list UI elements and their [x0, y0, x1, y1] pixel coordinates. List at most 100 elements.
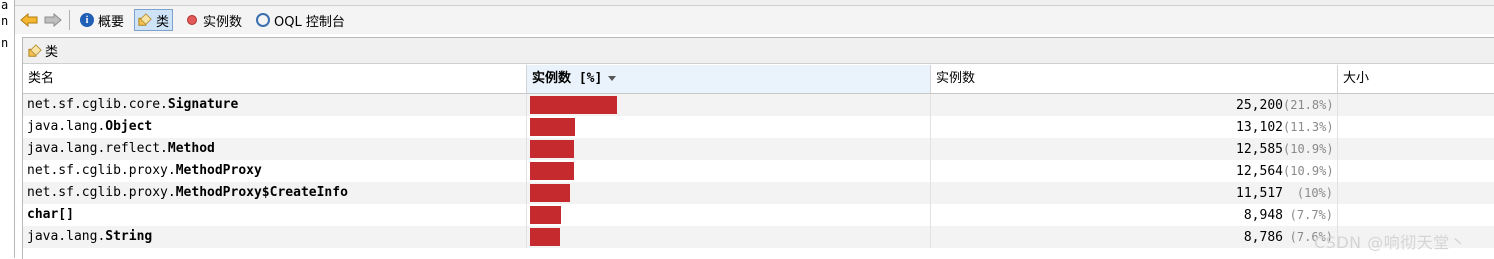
- package-name: java.lang.: [27, 119, 106, 134]
- instance-percent: (11.3%): [1283, 120, 1334, 134]
- classes-label: 类: [156, 14, 170, 30]
- table-row[interactable]: java.lang.String 8,786 (7.6%): [23, 226, 1494, 248]
- size-cell: [1338, 204, 1494, 226]
- package-name: net.sf.cglib.core.: [27, 97, 168, 112]
- instance-count-cell: 12,585(10.9%): [931, 138, 1338, 160]
- instance-count-cell: 12,564(10.9%): [931, 160, 1338, 182]
- table-header: 类名 实例数 [%] 实例数 大小: [23, 65, 1494, 94]
- instances-tab[interactable]: 实例数: [179, 9, 246, 31]
- instance-count-cell: 25,200(21.8%): [931, 94, 1338, 116]
- summary-tab[interactable]: i 概要: [76, 9, 128, 31]
- instance-count: 8,948: [1243, 208, 1283, 223]
- percent-bar: [530, 118, 575, 136]
- table-row[interactable]: java.lang.Object 13,102(11.3%): [23, 116, 1494, 138]
- class-simple-name: MethodProxy$CreateInfo: [175, 185, 348, 200]
- instance-count: 12,564: [1236, 164, 1283, 179]
- instance-count-cell: 8,948 (7.7%): [931, 204, 1338, 226]
- percent-bar: [530, 140, 574, 158]
- oql-icon: [256, 13, 271, 27]
- percent-bar: [530, 206, 561, 224]
- instance-percent: (10%): [1296, 186, 1333, 200]
- instance-percent-cell: [527, 94, 931, 116]
- instance-count: 12,585: [1236, 142, 1283, 157]
- column-header-label: 类名: [28, 71, 55, 86]
- classes-icon: [138, 13, 152, 27]
- panel-header: 类: [23, 38, 1494, 64]
- toolbar-separator: [69, 10, 70, 30]
- instance-count-cell: 13,102(11.3%): [931, 116, 1338, 138]
- oql-label: OQL 控制台: [274, 14, 345, 30]
- panel-title: 类: [45, 45, 59, 60]
- instance-percent-cell: [527, 226, 931, 248]
- percent-bar: [530, 228, 560, 246]
- table-row[interactable]: char[] 8,948 (7.7%): [23, 204, 1494, 226]
- left-edge-panel: a n n: [0, 0, 15, 258]
- instance-count: 11,517: [1236, 186, 1283, 201]
- instance-percent-cell: [527, 116, 931, 138]
- column-header-size[interactable]: 大小: [1338, 65, 1494, 93]
- sort-descending-icon: [608, 76, 617, 81]
- instance-percent-cell: [527, 182, 931, 204]
- instance-count: 8,786: [1243, 230, 1283, 245]
- column-header-instances[interactable]: 实例数: [931, 65, 1338, 93]
- arrow-left-icon: [20, 12, 38, 28]
- package-name: net.sf.cglib.proxy.: [27, 163, 176, 178]
- size-cell: [1338, 138, 1494, 160]
- instance-percent: (10.9%): [1283, 164, 1334, 178]
- column-header-label: 实例数 [%]: [532, 71, 603, 86]
- classes-icon: [28, 43, 42, 58]
- instance-count-cell: 8,786 (7.6%): [931, 226, 1338, 248]
- instance-percent-cell: [527, 204, 931, 226]
- percent-bar: [530, 96, 617, 114]
- instance-percent: (10.9%): [1283, 142, 1334, 156]
- summary-label: 概要: [98, 14, 125, 30]
- instance-percent-cell: [527, 138, 931, 160]
- percent-bar: [530, 184, 570, 202]
- class-simple-name: Method: [167, 141, 215, 156]
- classes-panel: 类 类名 实例数 [%] 实例数 大小 net.sf.cglib.core.Si…: [22, 37, 1494, 259]
- watermark: CSDN @响彻天堂丶: [1314, 233, 1467, 252]
- class-simple-name: Signature: [167, 97, 239, 112]
- class-simple-name: Object: [105, 119, 153, 134]
- column-header-label: 实例数: [936, 71, 976, 86]
- instance-percent: (21.8%): [1283, 98, 1334, 112]
- instance-count: 25,200: [1236, 98, 1283, 113]
- forward-button[interactable]: [43, 10, 63, 30]
- class-name-cell: char[]: [23, 204, 527, 226]
- class-name-cell: net.sf.cglib.core.Signature: [23, 94, 527, 116]
- size-cell: [1338, 160, 1494, 182]
- instances-label: 实例数: [203, 14, 243, 30]
- info-icon: i: [80, 13, 94, 27]
- left-edge-char: n: [1, 14, 9, 28]
- class-name-cell: net.sf.cglib.proxy.MethodProxy$CreateInf…: [23, 182, 527, 204]
- instance-dot-icon: [187, 15, 198, 25]
- column-header-instance-percent[interactable]: 实例数 [%]: [527, 65, 931, 93]
- column-header-class-name[interactable]: 类名: [23, 65, 527, 93]
- table-row[interactable]: net.sf.cglib.proxy.MethodProxy 12,564(10.…: [23, 160, 1494, 182]
- class-simple-name: String: [105, 229, 153, 244]
- size-cell: [1338, 116, 1494, 138]
- left-edge-char: a: [1, 0, 9, 12]
- percent-bar: [530, 162, 574, 180]
- classes-tab[interactable]: 类: [134, 9, 174, 31]
- instance-percent-cell: [527, 160, 931, 182]
- view-toolbar: i 概要 类 实例数 OQL 控制台: [15, 6, 1494, 34]
- class-simple-name: MethodProxy: [175, 163, 262, 178]
- class-simple-name: char[]: [27, 207, 74, 222]
- left-edge-char: n: [1, 36, 9, 50]
- table-row[interactable]: net.sf.cglib.proxy.MethodProxy$CreateInf…: [23, 182, 1494, 204]
- table-row[interactable]: net.sf.cglib.core.Signature 25,200(21.8%): [23, 94, 1494, 116]
- column-header-label: 大小: [1343, 71, 1370, 86]
- table-row[interactable]: java.lang.reflect.Method 12,585(10.9%): [23, 138, 1494, 160]
- instance-count-cell: 11,517 (10%): [931, 182, 1338, 204]
- package-name: java.lang.: [27, 229, 106, 244]
- class-name-cell: net.sf.cglib.proxy.MethodProxy: [23, 160, 527, 182]
- class-name-cell: java.lang.reflect.Method: [23, 138, 527, 160]
- size-cell: [1338, 182, 1494, 204]
- back-button[interactable]: [19, 10, 39, 30]
- size-cell: [1338, 94, 1494, 116]
- instance-percent: (7.7%): [1289, 208, 1333, 222]
- class-name-cell: java.lang.Object: [23, 116, 527, 138]
- package-name: net.sf.cglib.proxy.: [27, 185, 176, 200]
- oql-console-tab[interactable]: OQL 控制台: [252, 9, 349, 31]
